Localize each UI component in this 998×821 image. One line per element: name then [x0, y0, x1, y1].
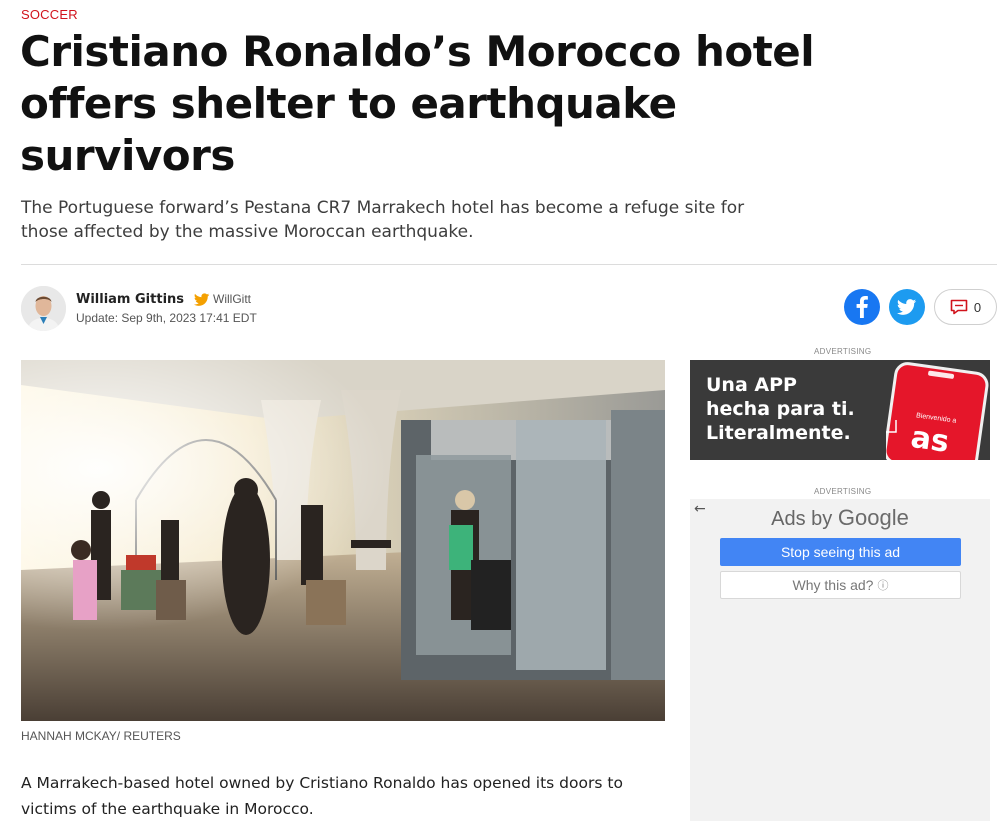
app-ad-line: hecha para ti.: [706, 398, 855, 420]
app-ad-line: Una APP: [706, 374, 797, 396]
advertising-label: ADVERTISING: [814, 487, 872, 496]
update-timestamp: Update: Sep 9th, 2023 17:41 EDT: [76, 310, 257, 325]
facebook-icon: [856, 296, 868, 318]
google-wordmark: Google: [837, 505, 909, 530]
twitter-share-button[interactable]: [889, 289, 925, 325]
app-ad-text: Una APP hecha para ti. Literalmente.: [706, 373, 855, 445]
app-advertisement[interactable]: Una APP hecha para ti. Literalmente. Bie…: [690, 360, 990, 460]
comment-icon: [950, 299, 968, 315]
share-bar: 0: [844, 289, 998, 325]
stop-seeing-ad-button[interactable]: Stop seeing this ad: [720, 538, 961, 566]
app-ad-line: Literalmente.: [706, 422, 851, 444]
as-brand-logo: as: [909, 420, 952, 460]
phone-illustration: Bienvenido a as: [886, 362, 989, 460]
author-avatar[interactable]: [21, 285, 66, 331]
author-twitter-handle[interactable]: WillGitt: [213, 292, 251, 306]
author-name[interactable]: William Gittins: [76, 292, 184, 307]
article-subhead: The Portuguese forward’s Pestana CR7 Mar…: [21, 198, 745, 242]
why-this-ad-button[interactable]: Why this ad? ⓘ: [720, 571, 961, 599]
comments-button[interactable]: 0: [934, 289, 997, 325]
advertising-label: ADVERTISING: [814, 347, 872, 356]
twitter-bird-icon[interactable]: [194, 292, 210, 306]
section-tag[interactable]: SOCCER: [21, 7, 78, 22]
comments-count: 0: [973, 299, 982, 315]
ads-by-google: Ads by Google: [690, 505, 990, 531]
article-photo[interactable]: [21, 360, 665, 721]
info-icon: ⓘ: [877, 580, 889, 592]
twitter-icon: [897, 298, 917, 315]
byline: William Gittins WillGitt Update: Sep 9th…: [21, 285, 257, 331]
why-this-ad-label: Why this ad?: [792, 577, 874, 593]
facebook-share-button[interactable]: [844, 289, 880, 325]
ads-by-text: Ads by: [771, 508, 833, 530]
header-divider: [21, 264, 997, 265]
google-ad-panel: ← Ads by Google Stop seeing this ad Why …: [690, 499, 990, 821]
article-body-paragraph: A Marrakech-based hotel owned by Cristia…: [21, 774, 623, 818]
article-headline: Cristiano Ronaldo’s Morocco hotel offers…: [20, 27, 815, 180]
photo-caption: HANNAH MCKAY/ REUTERS: [21, 729, 181, 743]
